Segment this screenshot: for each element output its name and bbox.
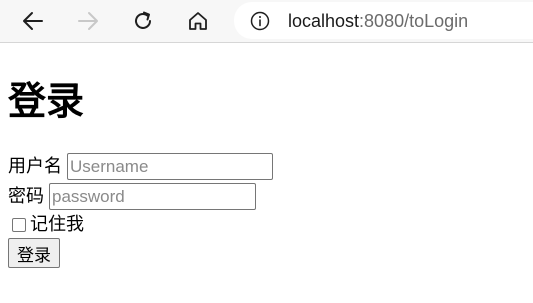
- arrow-left-icon: [23, 12, 43, 30]
- arrow-right-icon: [78, 12, 98, 30]
- username-label: 用户名: [8, 155, 62, 177]
- url-host: localhost: [288, 11, 360, 31]
- password-label: 密码: [8, 185, 44, 207]
- remember-me-label: 记住我: [30, 214, 84, 235]
- forward-button[interactable]: [71, 4, 105, 38]
- home-button[interactable]: [181, 4, 215, 38]
- back-button[interactable]: [16, 4, 50, 38]
- password-input[interactable]: [49, 183, 256, 210]
- browser-toolbar: localhost:8080/toLogin: [0, 0, 533, 43]
- login-button[interactable]: 登录: [8, 238, 60, 268]
- remember-me-checkbox[interactable]: [12, 218, 26, 232]
- username-input[interactable]: [67, 153, 273, 180]
- address-bar[interactable]: localhost:8080/toLogin: [234, 2, 533, 39]
- reload-button[interactable]: [126, 4, 160, 38]
- url-path: :8080/toLogin: [359, 11, 469, 31]
- url-text[interactable]: localhost:8080/toLogin: [288, 10, 468, 32]
- home-icon: [189, 12, 207, 30]
- username-row: 用户名: [8, 153, 273, 180]
- password-row: 密码: [8, 183, 256, 210]
- reload-icon: [135, 11, 151, 29]
- remember-row: 记住我: [8, 213, 84, 237]
- page-title: 登录: [8, 79, 85, 123]
- info-icon[interactable]: [250, 11, 270, 31]
